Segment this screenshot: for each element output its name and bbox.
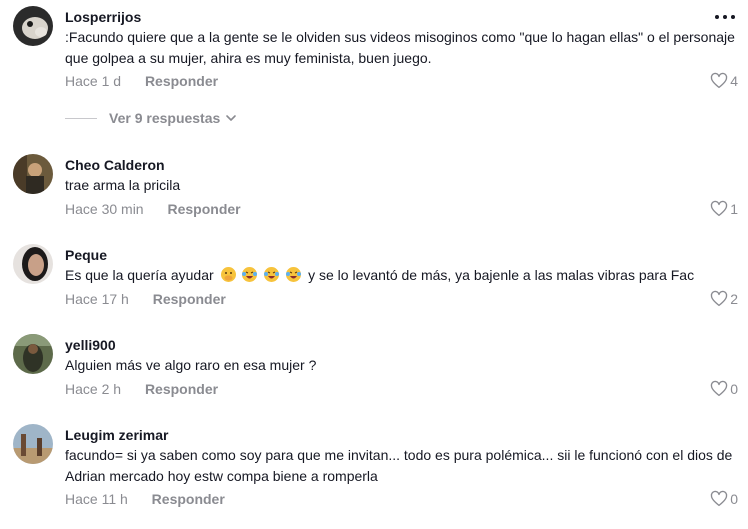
comment-text: Es que la quería ayudar y se lo levantó … xyxy=(65,265,740,286)
comment-author[interactable]: Leugim zerimar xyxy=(65,427,168,443)
comment-item: Cheo Calderon trae arma la pricila Hace … xyxy=(0,150,748,230)
reply-button[interactable]: Responder xyxy=(145,381,218,397)
more-options-icon[interactable] xyxy=(714,8,736,26)
reply-button[interactable]: Responder xyxy=(152,491,225,507)
reply-button[interactable]: Responder xyxy=(167,201,240,217)
comment-text-start: Es que la quería ayudar xyxy=(65,267,214,283)
replies-divider xyxy=(65,117,97,119)
like-button[interactable]: 4 xyxy=(710,72,738,90)
like-count: 0 xyxy=(730,381,738,397)
avatar[interactable] xyxy=(13,424,53,464)
face-with-hand-over-mouth-emoji xyxy=(220,267,236,282)
comment-author[interactable]: Cheo Calderon xyxy=(65,157,165,173)
comment-meta: Hace 2 h Responder xyxy=(65,381,218,397)
avatar[interactable] xyxy=(13,244,53,284)
comment-text-end: y se lo levantó de más, ya bajenle a las… xyxy=(308,267,695,283)
comment-time: Hace 2 h xyxy=(65,381,122,397)
heart-icon xyxy=(711,490,728,507)
comment-author[interactable]: yelli900 xyxy=(65,337,116,353)
comment-text: trae arma la pricila xyxy=(65,177,181,193)
comment-text: facundo= si ya saben como soy para que m… xyxy=(65,447,733,484)
avatar[interactable] xyxy=(13,154,53,194)
laughing-emoji xyxy=(242,267,258,282)
heart-icon xyxy=(711,200,728,217)
avatar[interactable] xyxy=(13,6,53,46)
comment-time: Hace 17 h xyxy=(65,291,129,307)
like-button[interactable]: 0 xyxy=(710,490,738,508)
comment-time: Hace 1 d xyxy=(65,73,122,89)
like-count: 2 xyxy=(730,291,738,307)
like-button[interactable]: 1 xyxy=(710,200,738,218)
comment-meta: Hace 1 d Responder xyxy=(65,73,218,89)
comment-author[interactable]: Peque xyxy=(65,247,107,263)
view-replies-label: Ver 9 respuestas xyxy=(109,110,221,126)
comment-time: Hace 11 h xyxy=(65,491,128,507)
comment-item: Peque Es que la quería ayudar y se lo le… xyxy=(0,240,748,320)
comment-meta: Hace 30 min Responder xyxy=(65,201,241,217)
avatar[interactable] xyxy=(13,334,53,374)
heart-icon xyxy=(711,380,728,397)
reply-button[interactable]: Responder xyxy=(153,291,226,307)
comment-author[interactable]: Losperrijos xyxy=(65,9,141,25)
view-replies-button[interactable]: Ver 9 respuestas xyxy=(65,110,237,126)
laughing-emoji xyxy=(286,267,302,282)
like-button[interactable]: 2 xyxy=(710,290,738,308)
chevron-down-icon xyxy=(226,115,237,121)
like-count: 0 xyxy=(730,491,738,507)
comment-time: Hace 30 min xyxy=(65,201,144,217)
like-count: 4 xyxy=(730,73,738,89)
like-count: 1 xyxy=(730,201,738,217)
comment-item: Leugim zerimar facundo= si ya saben como… xyxy=(0,420,748,529)
heart-icon xyxy=(711,290,728,307)
comment-item: yelli900 Alguien más ve algo raro en esa… xyxy=(0,330,748,410)
comment-meta: Hace 11 h Responder xyxy=(65,491,225,507)
comment-text: Alguien más ve algo raro en esa mujer ? xyxy=(65,357,317,373)
comment-meta: Hace 17 h Responder xyxy=(65,291,226,307)
heart-icon xyxy=(711,72,728,89)
laughing-emoji xyxy=(264,267,280,282)
comment-item: Losperrijos :Facundo quiere que a la gen… xyxy=(0,0,748,140)
reply-button[interactable]: Responder xyxy=(145,73,218,89)
comment-text: :Facundo quiere que a la gente se le olv… xyxy=(65,29,735,66)
like-button[interactable]: 0 xyxy=(710,380,738,398)
